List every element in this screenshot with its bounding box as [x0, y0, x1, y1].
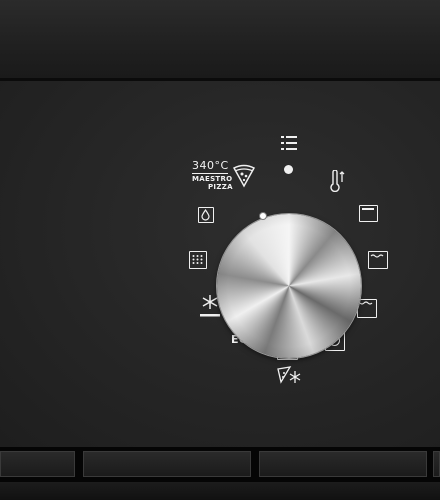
oven-function-knob[interactable] [217, 212, 361, 358]
maestro-label: MAESTRO [192, 175, 233, 183]
oven-top-trim [0, 0, 440, 81]
bottom-heating-wave-icon [368, 251, 388, 269]
water-drop-icon [198, 207, 214, 223]
vent-slot [0, 451, 75, 477]
vent-slot [259, 451, 427, 477]
off-position-dot-icon [284, 165, 293, 174]
pizza-slice-icon [232, 164, 256, 188]
grill-fan-icon [357, 299, 377, 318]
underline-rule [192, 173, 228, 174]
knob-indicator-dot [259, 212, 267, 220]
pizza-defrost-icon [276, 365, 302, 385]
light-list-icon [281, 135, 297, 151]
pizza-temperature-label: 340°C [192, 159, 229, 172]
bottom-trim [0, 482, 440, 500]
grid-fan-icon [189, 251, 207, 269]
top-heating-icon [359, 205, 378, 222]
thermometer-icon [328, 169, 346, 193]
vent-slot [83, 451, 251, 477]
vent-slot [433, 451, 440, 477]
pizza-label: PIZZA [208, 183, 233, 191]
